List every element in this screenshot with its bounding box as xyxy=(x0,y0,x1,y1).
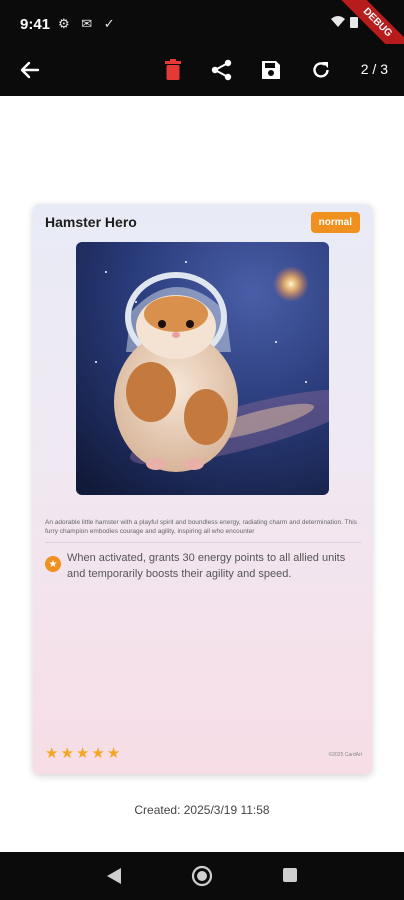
star-icon: ★ xyxy=(91,745,105,762)
back-triangle-icon xyxy=(107,868,121,884)
star-icon: ★ xyxy=(45,745,59,762)
hamster-astronaut-image xyxy=(76,242,329,495)
created-timestamp: Created: 2025/3/19 11:58 xyxy=(134,803,270,817)
ability-text: When activated, grants 30 energy points … xyxy=(67,552,346,580)
delete-button[interactable] xyxy=(159,56,187,84)
copyright-text: ©2025 CardArt xyxy=(328,752,362,758)
star-icon: ★ xyxy=(106,745,121,762)
card-illustration xyxy=(76,242,329,495)
home-circle-icon xyxy=(191,865,213,887)
arrow-left-icon xyxy=(20,61,40,79)
star-rating: ★ ★ ★ ★ ★ xyxy=(45,744,120,762)
share-icon xyxy=(211,59,232,81)
rarity-badge: normal xyxy=(310,212,360,233)
star-badge-icon: ★ xyxy=(45,556,61,572)
divider xyxy=(45,542,361,543)
nav-recents-button[interactable] xyxy=(282,867,298,888)
card-title: Hamster Hero xyxy=(45,214,137,230)
save-icon xyxy=(262,61,280,79)
system-nav-bar xyxy=(0,852,404,900)
refresh-icon xyxy=(313,62,329,78)
nav-home-button[interactable] xyxy=(191,865,213,892)
status-time: 9:41 xyxy=(20,16,51,33)
card-description: An adorable little hamster with a playfu… xyxy=(45,519,357,535)
share-button[interactable] xyxy=(208,56,236,84)
status-notification-icons: ⚙ ✉ ✓ xyxy=(58,16,119,31)
hero-card[interactable]: Hamster Hero normal An adorable little h… xyxy=(33,204,372,774)
star-icon: ★ xyxy=(60,745,74,762)
trash-icon xyxy=(165,59,181,80)
recents-square-icon xyxy=(283,868,297,882)
back-button[interactable] xyxy=(16,56,44,84)
content-area: Hamster Hero normal An adorable little h… xyxy=(0,96,404,852)
star-icon: ★ xyxy=(75,745,90,762)
save-button[interactable] xyxy=(257,56,285,84)
app-bar: 2 / 3 xyxy=(0,44,404,96)
status-bar: 9:41 ⚙ ✉ ✓ DEBUG xyxy=(0,0,404,69)
page-indicator: 2 / 3 xyxy=(360,61,388,77)
nav-back-button[interactable] xyxy=(105,866,123,891)
refresh-button[interactable] xyxy=(307,56,335,84)
